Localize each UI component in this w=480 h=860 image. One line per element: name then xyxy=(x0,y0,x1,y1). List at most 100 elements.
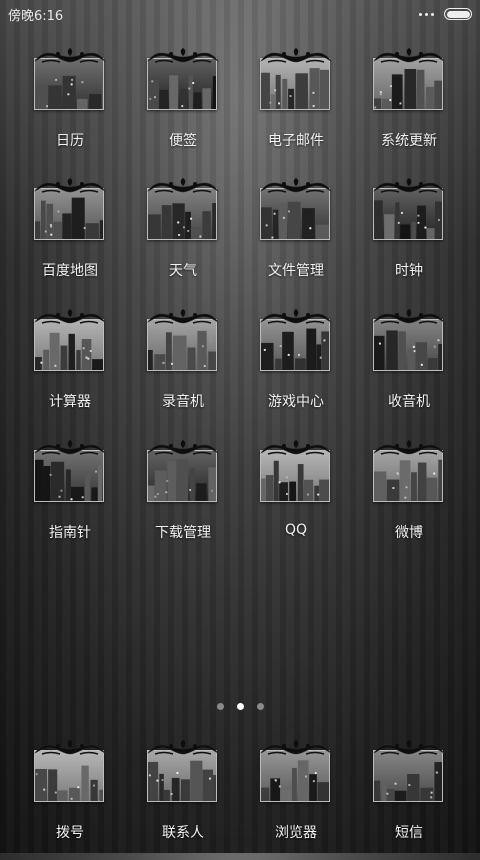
app-label: 时钟 xyxy=(395,263,423,279)
ornament-icon xyxy=(260,48,332,63)
app-tram-street[interactable]: 电子邮件 xyxy=(241,48,351,168)
dock-app-city-towers[interactable]: 短信 xyxy=(354,740,464,860)
app-icon xyxy=(32,740,108,814)
app-train[interactable]: 计算器 xyxy=(15,309,125,429)
crowd-photo-icon xyxy=(147,319,217,371)
app-icon xyxy=(371,740,447,814)
app-label: QQ xyxy=(284,522,308,538)
ornament-icon xyxy=(373,48,445,63)
app-label: 联系人 xyxy=(162,825,204,841)
ornament-icon xyxy=(34,309,106,324)
city-street-photo-icon xyxy=(34,58,104,110)
coastal-path-photo-icon xyxy=(34,188,104,240)
app-coastal-path[interactable]: 百度地图 xyxy=(15,178,125,298)
ornament-icon xyxy=(373,178,445,193)
app-lake-island[interactable]: 收音机 xyxy=(354,309,464,429)
app-label: 指南针 xyxy=(49,525,91,541)
app-label: 下载管理 xyxy=(155,525,211,541)
app-skyline-tower[interactable]: 文件管理 xyxy=(241,178,351,298)
ornament-icon xyxy=(147,48,219,63)
mountain-photo-icon xyxy=(260,750,330,802)
alley-photo-icon xyxy=(147,58,217,110)
app-label: 短信 xyxy=(395,825,423,841)
house-photo-icon xyxy=(147,450,217,502)
harbor-town-photo-icon xyxy=(34,450,104,502)
app-label: 拨号 xyxy=(56,825,84,841)
app-icon xyxy=(145,309,221,383)
app-icon xyxy=(258,440,334,514)
ornament-icon xyxy=(34,48,106,63)
app-label: 微博 xyxy=(395,525,423,541)
app-icon xyxy=(371,309,447,383)
app-night-skyline[interactable]: 时钟 xyxy=(354,178,464,298)
dock-app-boat-canal[interactable]: 拨号 xyxy=(15,740,125,860)
app-icon xyxy=(32,48,108,122)
app-label: 游戏中心 xyxy=(268,394,324,410)
cathedral-photo-icon xyxy=(260,319,330,371)
page-dot[interactable] xyxy=(236,702,244,710)
app-label: 录音机 xyxy=(162,394,204,410)
app-icon xyxy=(32,309,108,383)
app-label: 便签 xyxy=(169,133,197,149)
app-harbor-town[interactable]: 指南针 xyxy=(15,440,125,560)
app-icon xyxy=(32,178,108,252)
page-dot[interactable] xyxy=(256,702,264,710)
ornament-icon xyxy=(260,178,332,193)
app-city-street[interactable]: 日历 xyxy=(15,48,125,168)
train-photo-icon xyxy=(34,319,104,371)
cable-car-photo-icon xyxy=(147,188,217,240)
app-label: 百度地图 xyxy=(42,263,98,279)
ornament-icon xyxy=(147,440,219,455)
ornament-icon xyxy=(34,740,106,755)
ornament-icon xyxy=(260,309,332,324)
app-label: 电子邮件 xyxy=(268,133,324,149)
night-skyline-photo-icon xyxy=(373,188,443,240)
app-waterfront-skyline[interactable]: QQ xyxy=(241,440,351,560)
app-cable-car[interactable]: 天气 xyxy=(128,178,238,298)
boat-canal-photo-icon xyxy=(34,750,104,802)
app-icon xyxy=(145,178,221,252)
skyline-tower-photo-icon xyxy=(260,188,330,240)
aerial-city-photo-icon xyxy=(373,58,443,110)
ornament-icon xyxy=(373,740,445,755)
ornament-icon xyxy=(147,740,219,755)
old-street-photo-icon xyxy=(373,450,443,502)
ornament-icon xyxy=(260,440,332,455)
page-dot[interactable] xyxy=(216,702,224,710)
app-icon xyxy=(258,740,334,814)
ornament-icon xyxy=(34,178,106,193)
app-icon xyxy=(32,440,108,514)
ornament-icon xyxy=(147,309,219,324)
app-icon xyxy=(145,48,221,122)
status-bar: 傍晚6:16 xyxy=(0,0,480,28)
app-label: 浏览器 xyxy=(275,825,317,841)
app-icon xyxy=(145,740,221,814)
app-old-street[interactable]: 微博 xyxy=(354,440,464,560)
app-alley[interactable]: 便签 xyxy=(128,48,238,168)
app-label: 计算器 xyxy=(49,394,91,410)
app-cathedral[interactable]: 游戏中心 xyxy=(241,309,351,429)
app-icon xyxy=(258,309,334,383)
app-label: 文件管理 xyxy=(268,263,324,279)
app-label: 日历 xyxy=(56,133,84,149)
app-aerial-city[interactable]: 系统更新 xyxy=(354,48,464,168)
app-house[interactable]: 下载管理 xyxy=(128,440,238,560)
app-crowd[interactable]: 录音机 xyxy=(128,309,238,429)
ornament-icon xyxy=(373,309,445,324)
app-label: 收音机 xyxy=(388,394,430,410)
page-indicator[interactable] xyxy=(0,700,480,712)
app-icon xyxy=(145,440,221,514)
app-icon xyxy=(371,48,447,122)
tram-street-photo-icon xyxy=(260,58,330,110)
dock-app-plaza[interactable]: 联系人 xyxy=(128,740,238,860)
dock-app-mountain[interactable]: 浏览器 xyxy=(241,740,351,860)
app-icon xyxy=(258,48,334,122)
more-dots-icon xyxy=(419,12,434,16)
ornament-icon xyxy=(373,440,445,455)
lake-island-photo-icon xyxy=(373,319,443,371)
app-icon xyxy=(371,440,447,514)
ornament-icon xyxy=(34,440,106,455)
ornament-icon xyxy=(147,178,219,193)
city-towers-photo-icon xyxy=(373,750,443,802)
ornament-icon xyxy=(260,740,332,755)
